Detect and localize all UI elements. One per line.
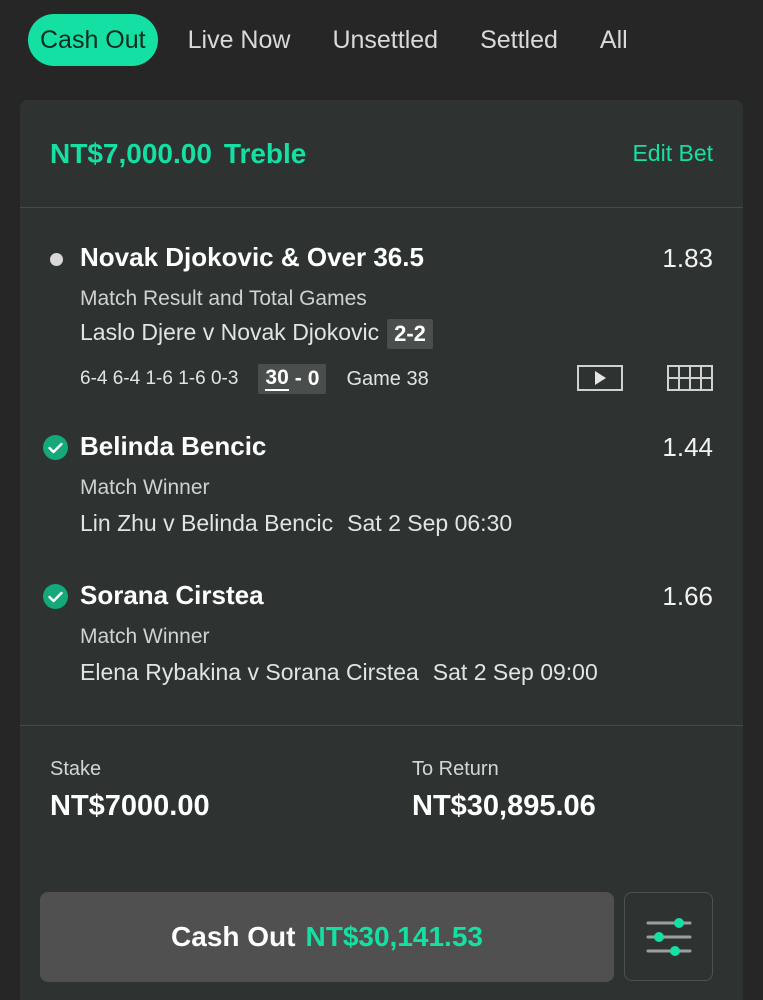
- tab-cash-out[interactable]: Cash Out: [28, 14, 158, 66]
- selection-event: Elena Rybakina v Sorana Cirstea Sat 2 Sep…: [80, 659, 598, 686]
- bet-type: Treble: [223, 138, 307, 169]
- tab-live-now[interactable]: Live Now: [188, 14, 291, 66]
- cash-out-settings-button[interactable]: [624, 892, 713, 981]
- point-score-badge: 30-0: [258, 364, 327, 394]
- point-separator: -: [294, 367, 302, 390]
- tab-all[interactable]: All: [600, 14, 628, 66]
- to-return-label: To Return: [412, 758, 499, 780]
- video-stream-icon[interactable]: [577, 365, 623, 396]
- scoreboard-icon[interactable]: [667, 365, 713, 396]
- check-icon: [43, 435, 68, 460]
- edit-bet-link[interactable]: Edit Bet: [632, 140, 713, 167]
- bet-stake-amount: NT$7,000.00: [50, 138, 212, 169]
- event-name: Elena Rybakina v Sorana Cirstea: [80, 659, 419, 685]
- to-return-value: NT$30,895.06: [412, 790, 596, 822]
- selection-odds: 1.83: [662, 243, 713, 273]
- selection-name: Novak Djokovic & Over 36.5: [80, 242, 424, 272]
- event-name: Lin Zhu v Belinda Bencic: [80, 510, 334, 536]
- live-score-line: 6-4 6-4 1-6 1-6 0-3 30-0 Game 38: [80, 364, 429, 394]
- selection-market: Match Winner: [80, 625, 210, 648]
- selection-name: Sorana Cirstea: [80, 580, 264, 610]
- sliders-icon: [646, 917, 691, 956]
- event-time: Sat 2 Sep 06:30: [347, 510, 513, 536]
- selection-event: Laslo Djere v Novak Djokovic 2-2: [80, 319, 433, 349]
- tab-settled[interactable]: Settled: [480, 14, 558, 66]
- selection-name: Belinda Bencic: [80, 431, 267, 461]
- bet-card: NT$7,000.00 Treble Edit Bet Novak Djokovi…: [20, 100, 743, 1000]
- check-icon: [43, 584, 68, 609]
- point-away: 0: [307, 367, 320, 390]
- selection-odds: 1.66: [662, 581, 713, 611]
- set-scores: 6-4 6-4 1-6 1-6 0-3: [80, 368, 239, 389]
- cash-out-button[interactable]: Cash Out NT$30,141.53: [40, 892, 614, 982]
- stake-value: NT$7000.00: [50, 790, 210, 822]
- event-time: Sat 2 Sep 09:00: [432, 659, 598, 685]
- tab-unsettled[interactable]: Unsettled: [332, 14, 438, 66]
- point-home: 30: [265, 366, 289, 391]
- event-name: Laslo Djere v Novak Djokovic: [80, 319, 380, 346]
- cash-out-label: Cash Out: [171, 921, 296, 952]
- selection-market: Match Winner: [80, 476, 210, 499]
- selection-market: Match Result and Total Games: [80, 287, 367, 310]
- bet-title: NT$7,000.00 Treble: [50, 138, 306, 170]
- card-divider: [20, 725, 743, 726]
- selection-event: Lin Zhu v Belinda Bencic Sat 2 Sep 06:30: [80, 510, 512, 537]
- selection-odds: 1.44: [662, 432, 713, 462]
- stake-label: Stake: [50, 758, 102, 780]
- game-number: Game 38: [346, 367, 429, 390]
- bet-card-header: NT$7,000.00 Treble Edit Bet: [20, 100, 743, 208]
- pending-dot-icon: [50, 253, 63, 266]
- sets-score-badge: 2-2: [387, 319, 433, 349]
- cash-out-amount: NT$30,141.53: [305, 921, 483, 952]
- bet-filter-tabs: Cash Out Live Now Unsettled Settled All: [28, 14, 670, 66]
